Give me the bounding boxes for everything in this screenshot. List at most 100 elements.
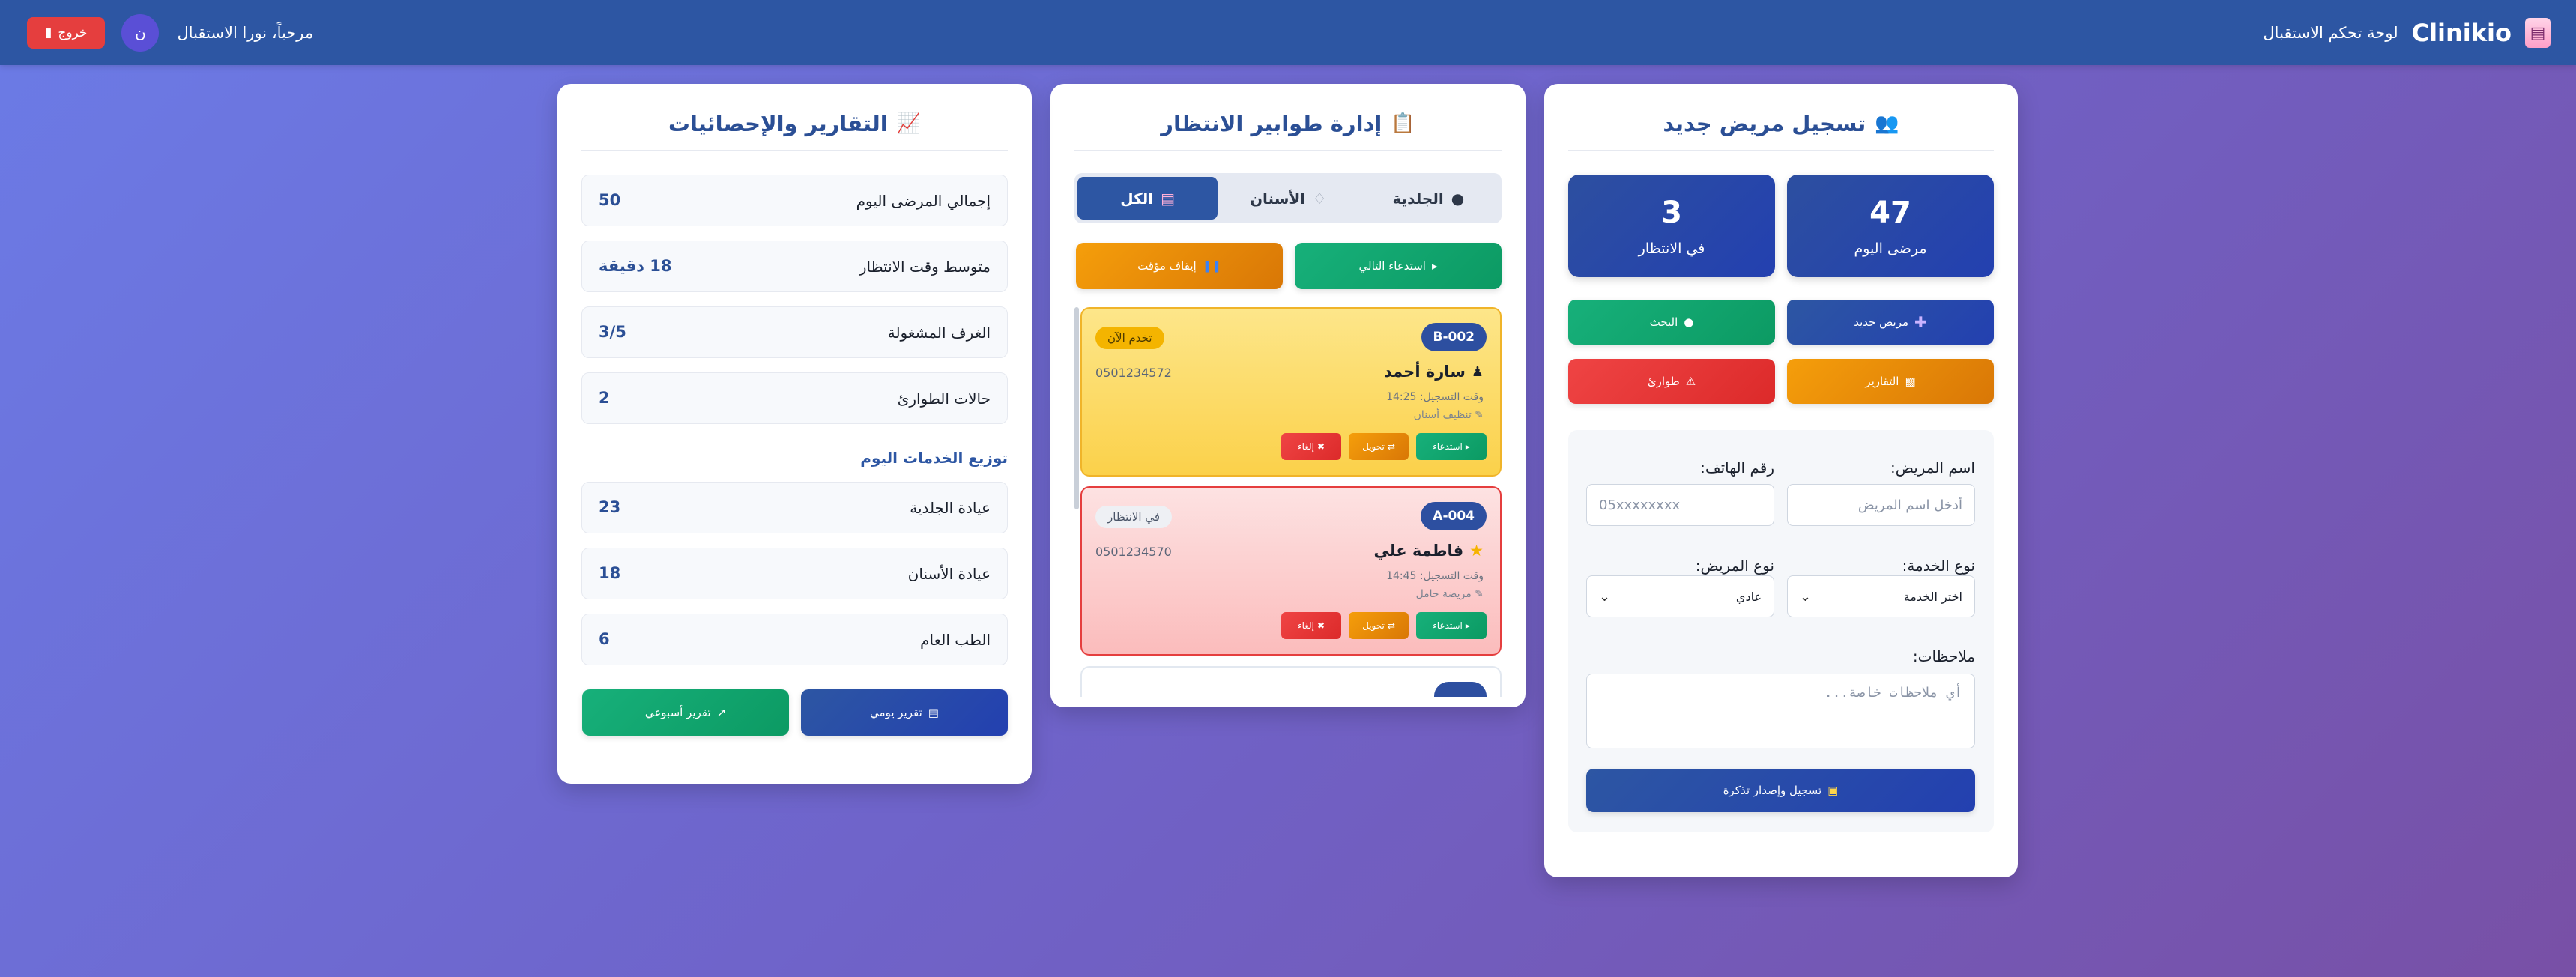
- report-row-emergencies: حالات الطوارئ 2: [581, 372, 1008, 424]
- ticket-note-text: تنظيف أسنان: [1413, 409, 1472, 421]
- report-row-label: الغرف المشغولة: [887, 324, 991, 342]
- registration-form: اسم المريض: رقم الهاتف: نوع الخدمة: اختر…: [1568, 430, 1994, 832]
- tab-label: الأسنان: [1249, 189, 1306, 208]
- brand-name: Clinikio: [2411, 19, 2512, 47]
- ticket-transfer-button[interactable]: ⇄ تحويل: [1349, 612, 1409, 639]
- daily-report-button[interactable]: ▤ تقرير يومي: [801, 689, 1008, 736]
- patient-name-input[interactable]: [1787, 484, 1975, 526]
- distribution-row-dental: عيادة الأسنان 18: [581, 548, 1008, 599]
- ticket-cancel-button[interactable]: ✖ إلغاء: [1281, 433, 1341, 460]
- queue-ticket: A-004 في الانتظار ★ فاطمة علي 0501234570…: [1080, 486, 1502, 656]
- report-row-label: حالات الطوارئ: [897, 390, 991, 408]
- reports-label: التقارير: [1865, 375, 1899, 388]
- report-row-value: 18: [599, 564, 621, 582]
- tab-dental[interactable]: ♢ الأسنان: [1218, 177, 1358, 220]
- ticket-actions: ▸ استدعاء ⇄ تحويل ✖ إلغاء: [1281, 612, 1487, 639]
- patient-name: ♟ سارة أحمد: [1384, 363, 1484, 381]
- pencil-icon: ✎: [1475, 409, 1484, 421]
- clipboard-icon: ▤: [928, 706, 939, 719]
- ticket-icon: ▣: [1827, 784, 1839, 797]
- report-row-label: عيادة الأسنان: [907, 565, 991, 583]
- clipboard-icon: 📋: [1391, 112, 1415, 135]
- ticket-call-label: استدعاء: [1433, 441, 1463, 452]
- report-row-total-patients: إجمالي المرضى اليوم 50: [581, 175, 1008, 226]
- person-icon: ♟: [1471, 363, 1484, 380]
- report-row-label: عيادة الجلدية: [910, 499, 991, 517]
- patient-type-select[interactable]: عادي ⌄: [1586, 575, 1774, 617]
- report-row-value: 23: [599, 498, 621, 516]
- avatar[interactable]: ن: [121, 14, 160, 52]
- top-header: ▤ Clinikio لوحة تحكم الاستقبال ▮ خروج ن …: [0, 0, 2576, 65]
- scrollbar[interactable]: [1074, 307, 1079, 509]
- close-icon: ✖: [1317, 441, 1325, 452]
- weekly-report-button[interactable]: ↗ تقرير أسبوعي: [582, 689, 789, 736]
- logout-button[interactable]: ▮ خروج: [27, 17, 106, 49]
- megaphone-icon: ▸: [1465, 620, 1470, 631]
- emergency-label: طوارئ: [1647, 375, 1680, 388]
- notes-textarea[interactable]: [1586, 674, 1975, 748]
- welcome-text: مرحباً، نورا الاستقبال: [177, 24, 314, 42]
- megaphone-icon: ▸: [1431, 259, 1438, 273]
- door-icon: ▮: [45, 25, 52, 40]
- report-row-value: 18 دقيقة: [599, 257, 672, 275]
- ticket-cancel-button[interactable]: ✖ إلغاء: [1281, 612, 1341, 639]
- chart-up-icon: ↗: [716, 706, 727, 719]
- ticket-call-button[interactable]: ▸ استدعاء: [1416, 433, 1487, 460]
- tab-all[interactable]: ▤ الكل: [1077, 177, 1218, 220]
- service-select[interactable]: اختر الخدمة ⌄: [1787, 575, 1975, 617]
- stat-today-card: 47 مرضى اليوم: [1787, 175, 1994, 277]
- queue-list[interactable]: B-002 تخدم الآن ♟ سارة أحمد 0501234572 و…: [1074, 307, 1502, 697]
- register-panel-title: 👥 تسجيل مريض جديد: [1568, 84, 1994, 151]
- distribution-row-general: الطب العام 6: [581, 614, 1008, 665]
- pause-label: إيقاف مؤقت: [1137, 259, 1197, 273]
- service-select-value: اختر الخدمة: [1903, 589, 1962, 604]
- queue-title-text: إدارة طوابير الانتظار: [1161, 111, 1382, 136]
- report-row-value: 2: [599, 389, 610, 407]
- stat-waiting-label: في الانتظار: [1638, 241, 1705, 257]
- hospital-icon: ▤: [1161, 189, 1176, 208]
- register-panel: 👥 تسجيل مريض جديد 47 مرضى اليوم 3 في الا…: [1544, 84, 2018, 877]
- ticket-note: ✎ تنظيف أسنان: [1414, 409, 1484, 421]
- bar-chart-icon: ▩: [1905, 375, 1916, 388]
- new-patient-button[interactable]: ✚ مريض جديد: [1787, 300, 1994, 345]
- report-row-label: متوسط وقت الانتظار: [859, 258, 991, 276]
- register-submit-button[interactable]: ▣ تسجيل وإصدار تذكرة: [1586, 769, 1975, 812]
- phone-label: رقم الهاتف:: [1700, 459, 1774, 477]
- stat-today-value: 47: [1869, 196, 1911, 230]
- register-title-text: تسجيل مريض جديد: [1663, 111, 1866, 136]
- emergency-button[interactable]: ⚠ طوارئ: [1568, 359, 1775, 404]
- call-next-button[interactable]: ▸ استدعاء التالي: [1295, 243, 1502, 289]
- transfer-icon: ⇄: [1387, 620, 1395, 631]
- ticket-transfer-label: تحويل: [1362, 620, 1385, 631]
- ticket-call-button[interactable]: ▸ استدعاء: [1416, 612, 1487, 639]
- star-icon: ★: [1469, 542, 1484, 560]
- tab-dermatology[interactable]: ● الجلدية: [1358, 177, 1499, 220]
- report-row-value: 3/5: [599, 323, 626, 341]
- queue-ticket: B-002 تخدم الآن ♟ سارة أحمد 0501234572 و…: [1080, 307, 1502, 477]
- phone-input[interactable]: [1586, 484, 1774, 526]
- report-row-value: 50: [599, 191, 621, 209]
- status-badge: في الانتظار: [1095, 506, 1172, 528]
- search-button[interactable]: ● البحث: [1568, 300, 1775, 345]
- daily-report-label: تقرير يومي: [870, 706, 922, 719]
- reports-title-text: التقارير والإحصائيات: [668, 111, 888, 136]
- register-submit-label: تسجيل وإصدار تذكرة: [1723, 784, 1822, 797]
- ticket-transfer-button[interactable]: ⇄ تحويل: [1349, 433, 1409, 460]
- reports-button[interactable]: ▩ التقارير: [1787, 359, 1994, 404]
- ambulance-icon: ⚠: [1685, 375, 1696, 388]
- chart-up-icon: 📈: [896, 112, 922, 135]
- queue-panel-title: 📋 إدارة طوابير الانتظار: [1074, 84, 1502, 151]
- distribution-row-dermatology: عيادة الجلدية 23: [581, 482, 1008, 533]
- ticket-cancel-label: إلغاء: [1297, 441, 1315, 452]
- distribution-heading: توزيع الخدمات اليوم: [860, 449, 1008, 467]
- ticket-actions: ▸ استدعاء ⇄ تحويل ✖ إلغاء: [1281, 433, 1487, 460]
- transfer-icon: ⇄: [1387, 441, 1395, 452]
- stat-waiting-value: 3: [1661, 196, 1682, 230]
- plus-icon: ✚: [1914, 313, 1927, 331]
- clinic-tabs: ● الجلدية ♢ الأسنان ▤ الكل: [1074, 173, 1502, 223]
- pause-button[interactable]: ❚❚ إيقاف مؤقت: [1076, 243, 1283, 289]
- ticket-note-text: مريضة حامل: [1415, 588, 1472, 600]
- registration-time: وقت التسجيل: 14:25: [1386, 391, 1484, 403]
- megaphone-icon: ▸: [1465, 441, 1470, 452]
- ticket-note: ✎ مريضة حامل: [1416, 588, 1484, 600]
